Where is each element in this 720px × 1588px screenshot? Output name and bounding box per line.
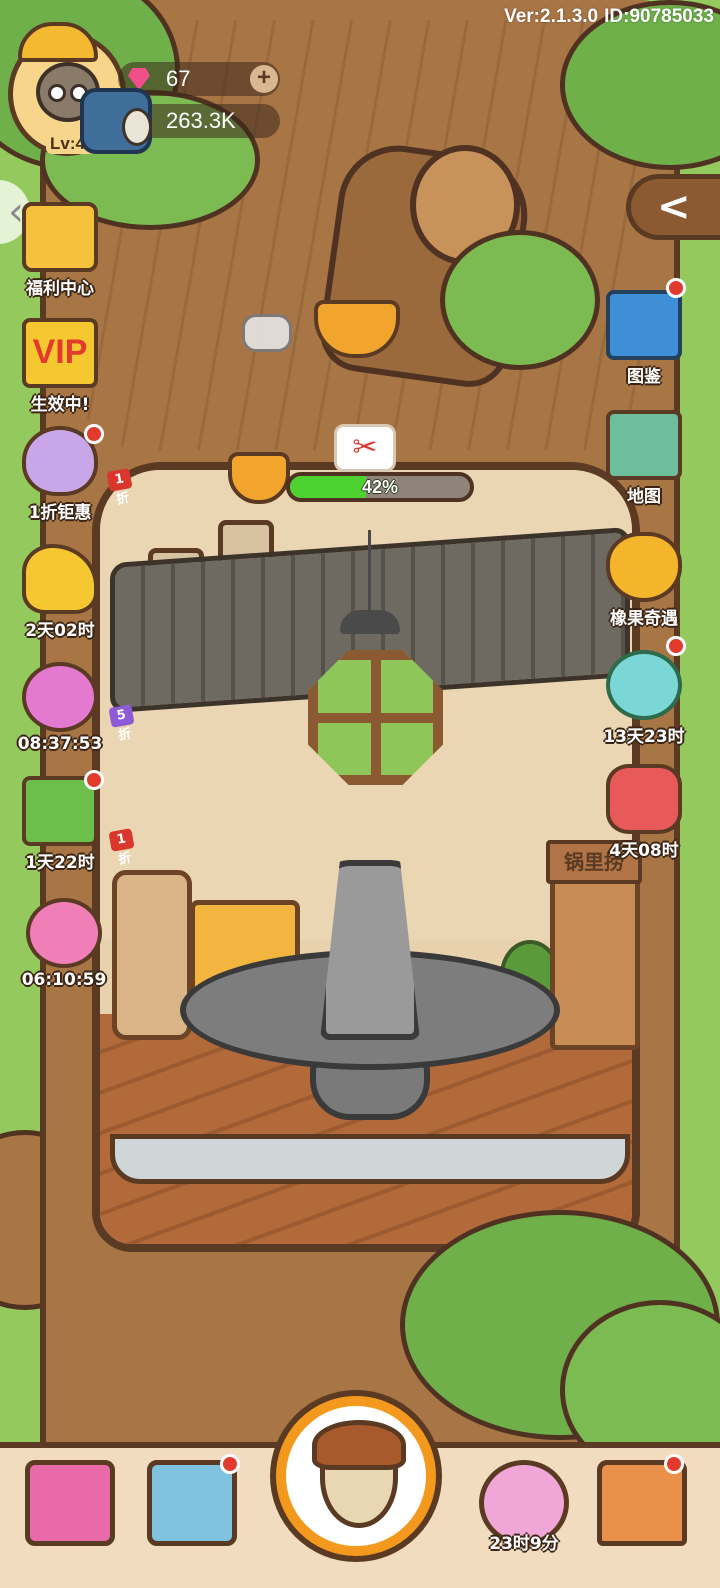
- discount-tag: 1折: [106, 468, 133, 508]
- cap-icon: [18, 22, 98, 62]
- owl-eye: [48, 84, 66, 102]
- right-menu-label: 4天08时: [609, 841, 679, 861]
- left-menu-label: 1天22时: [25, 853, 95, 873]
- left-menu-label: 06:10:59: [21, 970, 107, 990]
- ceiling-lamp-icon: [340, 610, 400, 634]
- player-id-text: ID:90785033: [604, 6, 714, 27]
- add-gems-button[interactable]: +: [250, 65, 278, 93]
- notification-dot: [664, 1454, 684, 1474]
- alarm-clock-icon: [22, 662, 98, 732]
- potion-icon: [606, 650, 682, 720]
- notification-dot: [666, 636, 686, 656]
- gem-icon: [128, 68, 150, 90]
- right-menu-label: 13天23时: [603, 727, 685, 747]
- notification-dot: [84, 770, 104, 790]
- upgrade-progress-bar: 42%: [286, 472, 474, 502]
- progress-text: 42%: [361, 477, 399, 497]
- bottom-sakura-button[interactable]: 23时9分: [474, 1460, 574, 1560]
- left-menu-label: 生效中!: [30, 395, 90, 415]
- left-menu-lamp[interactable]: 2天02时: [12, 544, 108, 641]
- right-menu-map[interactable]: 地图: [596, 410, 692, 507]
- card-icon: [147, 1460, 237, 1546]
- bottom-card-button[interactable]: [142, 1454, 242, 1560]
- left-menu-discount[interactable]: 1折 1折钜惠: [12, 424, 133, 523]
- acorn-icon: [606, 532, 682, 602]
- main-acorn-button[interactable]: [276, 1396, 436, 1556]
- right-menu-label: 橡果奇遇: [610, 609, 678, 629]
- left-menu-label: 2天02时: [25, 621, 95, 641]
- right-menu-collection[interactable]: 图鉴: [596, 278, 692, 387]
- vip-icon: VIP: [22, 318, 98, 388]
- book-icon: [606, 290, 682, 360]
- left-menu-label: 08:37:53: [17, 734, 103, 754]
- acorn-cap-icon: [312, 1420, 406, 1470]
- left-menu-basket[interactable]: 1折 1天22时: [12, 770, 135, 873]
- notification-dot: [84, 424, 104, 444]
- gift-icon: [22, 202, 98, 272]
- left-menu-alarm[interactable]: 5折 08:37:53: [12, 662, 135, 754]
- scissors-icon[interactable]: ✂: [334, 424, 396, 472]
- version-info: Ver:2.1.3.0 ID:90785033: [504, 6, 714, 28]
- seed-amount: 263.3K: [166, 108, 236, 133]
- piggy-bank-icon: [26, 898, 102, 968]
- front-counter: [110, 1134, 630, 1184]
- left-menu-piggy[interactable]: 06:10:59: [16, 898, 112, 990]
- magic-lamp-icon: [22, 544, 98, 614]
- left-menu-welfare[interactable]: 福利中心: [12, 202, 108, 299]
- right-panel-collapse[interactable]: <: [626, 174, 720, 240]
- hotpot-room[interactable]: 锅里捞: [92, 462, 642, 1252]
- notification-dot: [666, 278, 686, 298]
- map-icon: [606, 410, 682, 480]
- copper-hotpot[interactable]: [180, 860, 560, 1120]
- candy-icon: [606, 764, 682, 834]
- right-menu-candy[interactable]: 4天08时: [596, 764, 692, 861]
- gem-amount: 67: [166, 66, 191, 91]
- right-menu-label: 地图: [627, 487, 661, 507]
- left-menu-label: 福利中心: [26, 279, 94, 299]
- discount-tag: 5折: [108, 704, 135, 744]
- notification-dot: [220, 1454, 240, 1474]
- right-menu-label: 图鉴: [627, 367, 661, 387]
- foliage-branch: [440, 230, 600, 370]
- bottom-timer-label: 23时9分: [489, 1534, 559, 1554]
- sunflower-seed-icon: [122, 108, 152, 146]
- shop-icon: [25, 1460, 115, 1546]
- gamepad-icon[interactable]: [242, 314, 292, 352]
- octagon-window: [308, 650, 443, 785]
- left-menu-vip[interactable]: VIP 生效中!: [12, 318, 108, 415]
- right-menu-potion[interactable]: 13天23时: [596, 636, 692, 747]
- version-text: Ver:2.1.3.0: [504, 6, 599, 27]
- left-menu-label: 1折钜惠: [28, 503, 92, 523]
- right-menu-acorn-adventure[interactable]: 橡果奇遇: [596, 532, 692, 629]
- bottom-shop-button[interactable]: [20, 1460, 120, 1560]
- bottom-house-button[interactable]: [592, 1454, 692, 1560]
- discount-tag: 1折: [108, 828, 135, 868]
- lamp-cord: [368, 530, 371, 610]
